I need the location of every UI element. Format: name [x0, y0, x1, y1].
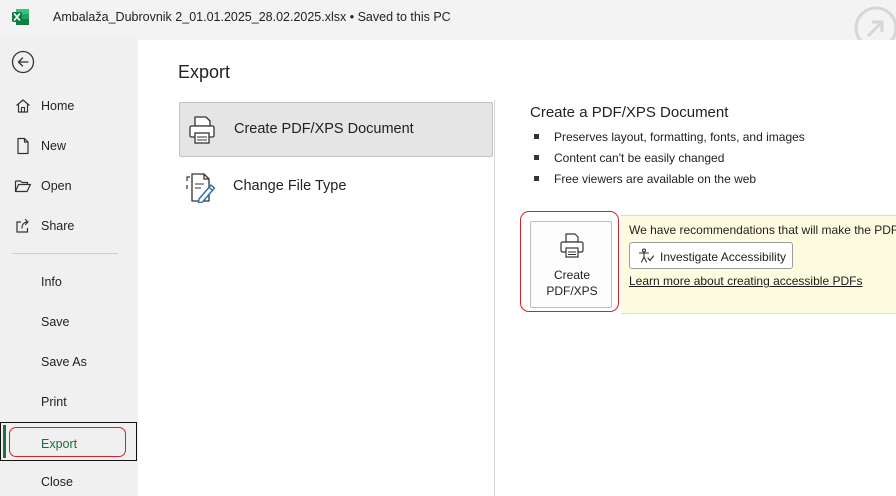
- detail-title: Create a PDF/XPS Document: [530, 104, 729, 121]
- backstage-sidebar: Home New Open Share Info Save Save As Pr…: [0, 36, 138, 496]
- option-change-file-type[interactable]: Change File Type: [179, 160, 493, 215]
- change-file-type-icon: [186, 173, 216, 203]
- export-pane: Export Create PDF/XPS Document Change Fi…: [138, 40, 896, 496]
- nav-new[interactable]: New: [0, 128, 138, 164]
- create-button-label: Create PDF/XPS: [546, 268, 598, 298]
- option-change-file-type-label: Change File Type: [233, 178, 347, 194]
- back-arrow-icon[interactable]: [11, 50, 35, 74]
- detail-bullet: Preserves layout, formatting, fonts, and…: [534, 126, 805, 147]
- nav-info-label: Info: [41, 275, 62, 289]
- nav-open-label: Open: [41, 179, 72, 193]
- pane-divider: [494, 100, 495, 496]
- detail-bullet: Content can't be easily changed: [534, 147, 805, 168]
- nav-save[interactable]: Save: [0, 304, 138, 340]
- share-icon: [16, 218, 29, 233]
- nav-close[interactable]: Close: [0, 464, 138, 496]
- nav-open[interactable]: Open: [0, 168, 138, 204]
- nav-new-label: New: [41, 139, 67, 153]
- bullet-icon: [534, 134, 539, 139]
- excel-logo-icon: [12, 9, 29, 25]
- nav-share[interactable]: Share: [0, 208, 138, 244]
- detail-bullet: Free viewers are available on the web: [534, 168, 805, 189]
- nav-save-label: Save: [41, 315, 70, 329]
- nav-save-as-label: Save As: [41, 355, 87, 369]
- nav-share-label: Share: [41, 219, 75, 233]
- bullet-icon: [534, 176, 539, 181]
- nav-info[interactable]: Info: [0, 264, 138, 300]
- home-icon: [16, 99, 30, 113]
- accessibility-checker-icon: [638, 248, 654, 263]
- investigate-accessibility-button[interactable]: Investigate Accessibility: [629, 242, 793, 269]
- nav-export[interactable]: Export: [0, 422, 137, 461]
- page-title: Export: [178, 62, 231, 82]
- pdf-printer-icon: [560, 233, 584, 258]
- bullet-icon: [534, 155, 539, 160]
- recommendation-text: We have recommendations that will make t…: [629, 223, 896, 237]
- nav-home-label: Home: [41, 99, 75, 113]
- option-create-pdf-xps[interactable]: Create PDF/XPS Document: [179, 102, 493, 157]
- new-document-icon: [17, 137, 29, 155]
- nav-close-label: Close: [41, 475, 73, 489]
- selected-indicator: [3, 425, 6, 458]
- folder-open-icon: [14, 180, 32, 193]
- nav-home[interactable]: Home: [0, 88, 138, 124]
- window-title: Ambalaža_Dubrovnik 2_01.01.2025_28.02.20…: [53, 10, 451, 24]
- accessibility-recommendation-banner: We have recommendations that will make t…: [621, 215, 896, 314]
- nav-export-label: Export: [41, 437, 78, 451]
- nav-divider: [12, 253, 118, 254]
- detail-bullet-list: Preserves layout, formatting, fonts, and…: [534, 126, 805, 189]
- nav-save-as[interactable]: Save As: [0, 344, 138, 380]
- create-pdf-xps-button[interactable]: Create PDF/XPS: [530, 221, 612, 308]
- nav-print[interactable]: Print: [0, 384, 138, 420]
- learn-more-accessible-pdfs-link[interactable]: Learn more about creating accessible PDF…: [629, 274, 862, 288]
- investigate-accessibility-label: Investigate Accessibility: [660, 250, 787, 264]
- option-create-pdf-xps-label: Create PDF/XPS Document: [234, 121, 414, 137]
- pdf-printer-icon: [189, 116, 215, 144]
- title-bar: Ambalaža_Dubrovnik 2_01.01.2025_28.02.20…: [0, 0, 896, 50]
- nav-print-label: Print: [41, 395, 67, 409]
